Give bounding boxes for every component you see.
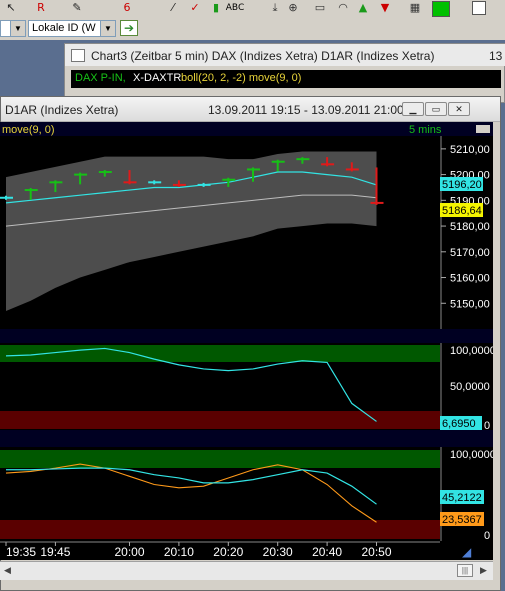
price-badge-yellow-text: 5186,64 [442, 205, 482, 217]
time-tick-label: 19:45 [40, 545, 70, 559]
pointer-icon[interactable]: ⤓ [268, 1, 282, 15]
indicator1-tick-100: 100,0000 [450, 345, 493, 357]
indicator2-overbought-zone [0, 450, 440, 468]
main-toolbar: ↖ R ✎ 6 ⁄ ✓ ▮ ABC ⤓ ⊕ ▭ ◠ ▲ ▼ ▦ [0, 0, 505, 19]
chart3-window[interactable]: Chart3 (Zeitbar 5 min) DAX (Indizes Xetr… [64, 43, 505, 103]
interval-label: 5 mins [409, 124, 442, 136]
price-badge-cyan-text: 5196,20 [442, 179, 482, 191]
price-tick-label: 5210,00 [450, 144, 490, 156]
chart3-edge-label: 13 [489, 49, 503, 63]
price-tick-label: 5170,00 [450, 247, 490, 259]
scroll-thumb[interactable]: ||| [457, 564, 473, 577]
rectangle-icon[interactable]: ▭ [313, 1, 327, 15]
square-icon[interactable] [472, 1, 486, 15]
indicator-panel-2: 100,0000 0 45,2122 23,5367 [0, 447, 493, 542]
time-tick-label: 20:00 [114, 545, 144, 559]
indicator-panel-1: 100,0000 50,0000 0 6,6950 [0, 343, 493, 432]
move-label: move(9, 0) [2, 124, 55, 136]
panel-separator-1 [0, 329, 493, 343]
combo-selector[interactable]: ▼ [0, 20, 26, 37]
green-marker-icon[interactable]: ▮ [209, 1, 223, 15]
date-range-label: 13.09.2011 19:15 - 13.09.2011 21:00 [208, 103, 404, 117]
cursor-icon[interactable]: ↖ [4, 1, 18, 15]
indicator2-tick-0: 0 [484, 530, 490, 542]
time-tick-label: 20:30 [263, 545, 293, 559]
price-tick-label: 5160,00 [450, 273, 490, 285]
chart3-title: Chart3 (Zeitbar 5 min) DAX (Indizes Xetr… [91, 49, 435, 63]
fib-tool-icon[interactable]: 6 [120, 1, 134, 15]
time-tick-label: 20:50 [361, 545, 391, 559]
secondary-toolbar: ▼ Lokale ID (W ▼ ➔ [0, 18, 505, 40]
arrow-up-icon[interactable]: ▲ [356, 1, 370, 15]
chart-svg[interactable]: move(9, 0) 5 mins 5210,005200,005190,005… [0, 122, 493, 560]
panel-control-icon[interactable] [476, 125, 490, 133]
arrow-down-icon[interactable]: ▼ [378, 1, 392, 15]
indicator1-tick-50: 50,0000 [450, 381, 490, 393]
time-tick-label: 20:40 [312, 545, 342, 559]
indicator-label-boll: boll(20, 2, -2) move(9, 0) [181, 72, 302, 84]
scroll-right-icon[interactable]: ▶ [480, 565, 487, 576]
scroll-anchor-icon[interactable]: ◢ [462, 545, 472, 559]
chart-window-icon [71, 49, 85, 62]
time-tick-label: 20:10 [164, 545, 194, 559]
time-tick-label: 19:35 [6, 545, 36, 559]
horizontal-scrollbar[interactable]: ◀ ||| ▶ [0, 561, 493, 580]
line-tool-icon[interactable]: ⁄ [166, 1, 180, 15]
price-tick-label: 5180,00 [450, 221, 490, 233]
time-tick-label: 20:20 [213, 545, 243, 559]
indicator2-badge-orange-text: 23,5367 [442, 514, 482, 526]
pencil-icon[interactable]: ✎ [70, 1, 84, 15]
r-tool-icon[interactable]: R [34, 1, 48, 15]
indicator2-tick-100: 100,0000 [450, 449, 493, 461]
minimize-button[interactable]: ▁ [402, 102, 424, 116]
indicator2-badge-cyan-text: 45,2122 [442, 492, 482, 504]
chart3-titlebar[interactable]: Chart3 (Zeitbar 5 min) DAX (Indizes Xetr… [65, 44, 505, 66]
price-tick-label: 5150,00 [450, 298, 490, 310]
indicator1-overbought-zone [0, 345, 440, 362]
panel-separator-2 [0, 430, 493, 447]
price-panel: 5210,005200,005190,005180,005170,005160,… [0, 136, 493, 329]
indicator-label-xdaxtr: X-DAXTR [133, 72, 182, 84]
chart3-indicator-strip: DAX P-IN, X-DAXTR boll(20, 2, -2) move(9… [71, 70, 501, 88]
go-button[interactable]: ➔ [120, 20, 138, 36]
arc-icon[interactable]: ◠ [336, 1, 350, 15]
chevron-down-icon[interactable]: ▼ [10, 21, 25, 36]
layout-icon[interactable]: ▦ [408, 1, 422, 15]
vertical-scrollbar[interactable] [493, 122, 500, 560]
indicator1-badge-text: 6,6950 [442, 418, 476, 430]
locale-combo[interactable]: Lokale ID (W ▼ [28, 20, 116, 37]
color-swatch-icon[interactable] [432, 1, 450, 17]
close-button[interactable]: ✕ [448, 102, 470, 116]
locale-combo-value: Lokale ID (W [32, 22, 96, 34]
d1ar-titlebar[interactable]: D1AR (Indizes Xetra) 13.09.2011 19:15 - … [1, 97, 500, 122]
scroll-left-icon[interactable]: ◀ [4, 565, 11, 576]
crosshair-icon[interactable]: ⊕ [286, 1, 300, 15]
indicator2-oversold-zone [0, 520, 440, 539]
time-axis [0, 541, 493, 560]
d1ar-title: D1AR (Indizes Xetra) [5, 103, 119, 117]
indicator-label-dax: DAX P-IN, [75, 72, 126, 84]
flag-icon[interactable]: ✓ [188, 1, 202, 15]
chart-canvas[interactable]: move(9, 0) 5 mins 5210,00 5200,00 5190,00 5… [0, 122, 493, 560]
text-abc-icon[interactable]: ABC [224, 1, 246, 15]
chevron-down-icon[interactable]: ▼ [100, 21, 115, 36]
maximize-button[interactable]: ▭ [425, 102, 447, 116]
